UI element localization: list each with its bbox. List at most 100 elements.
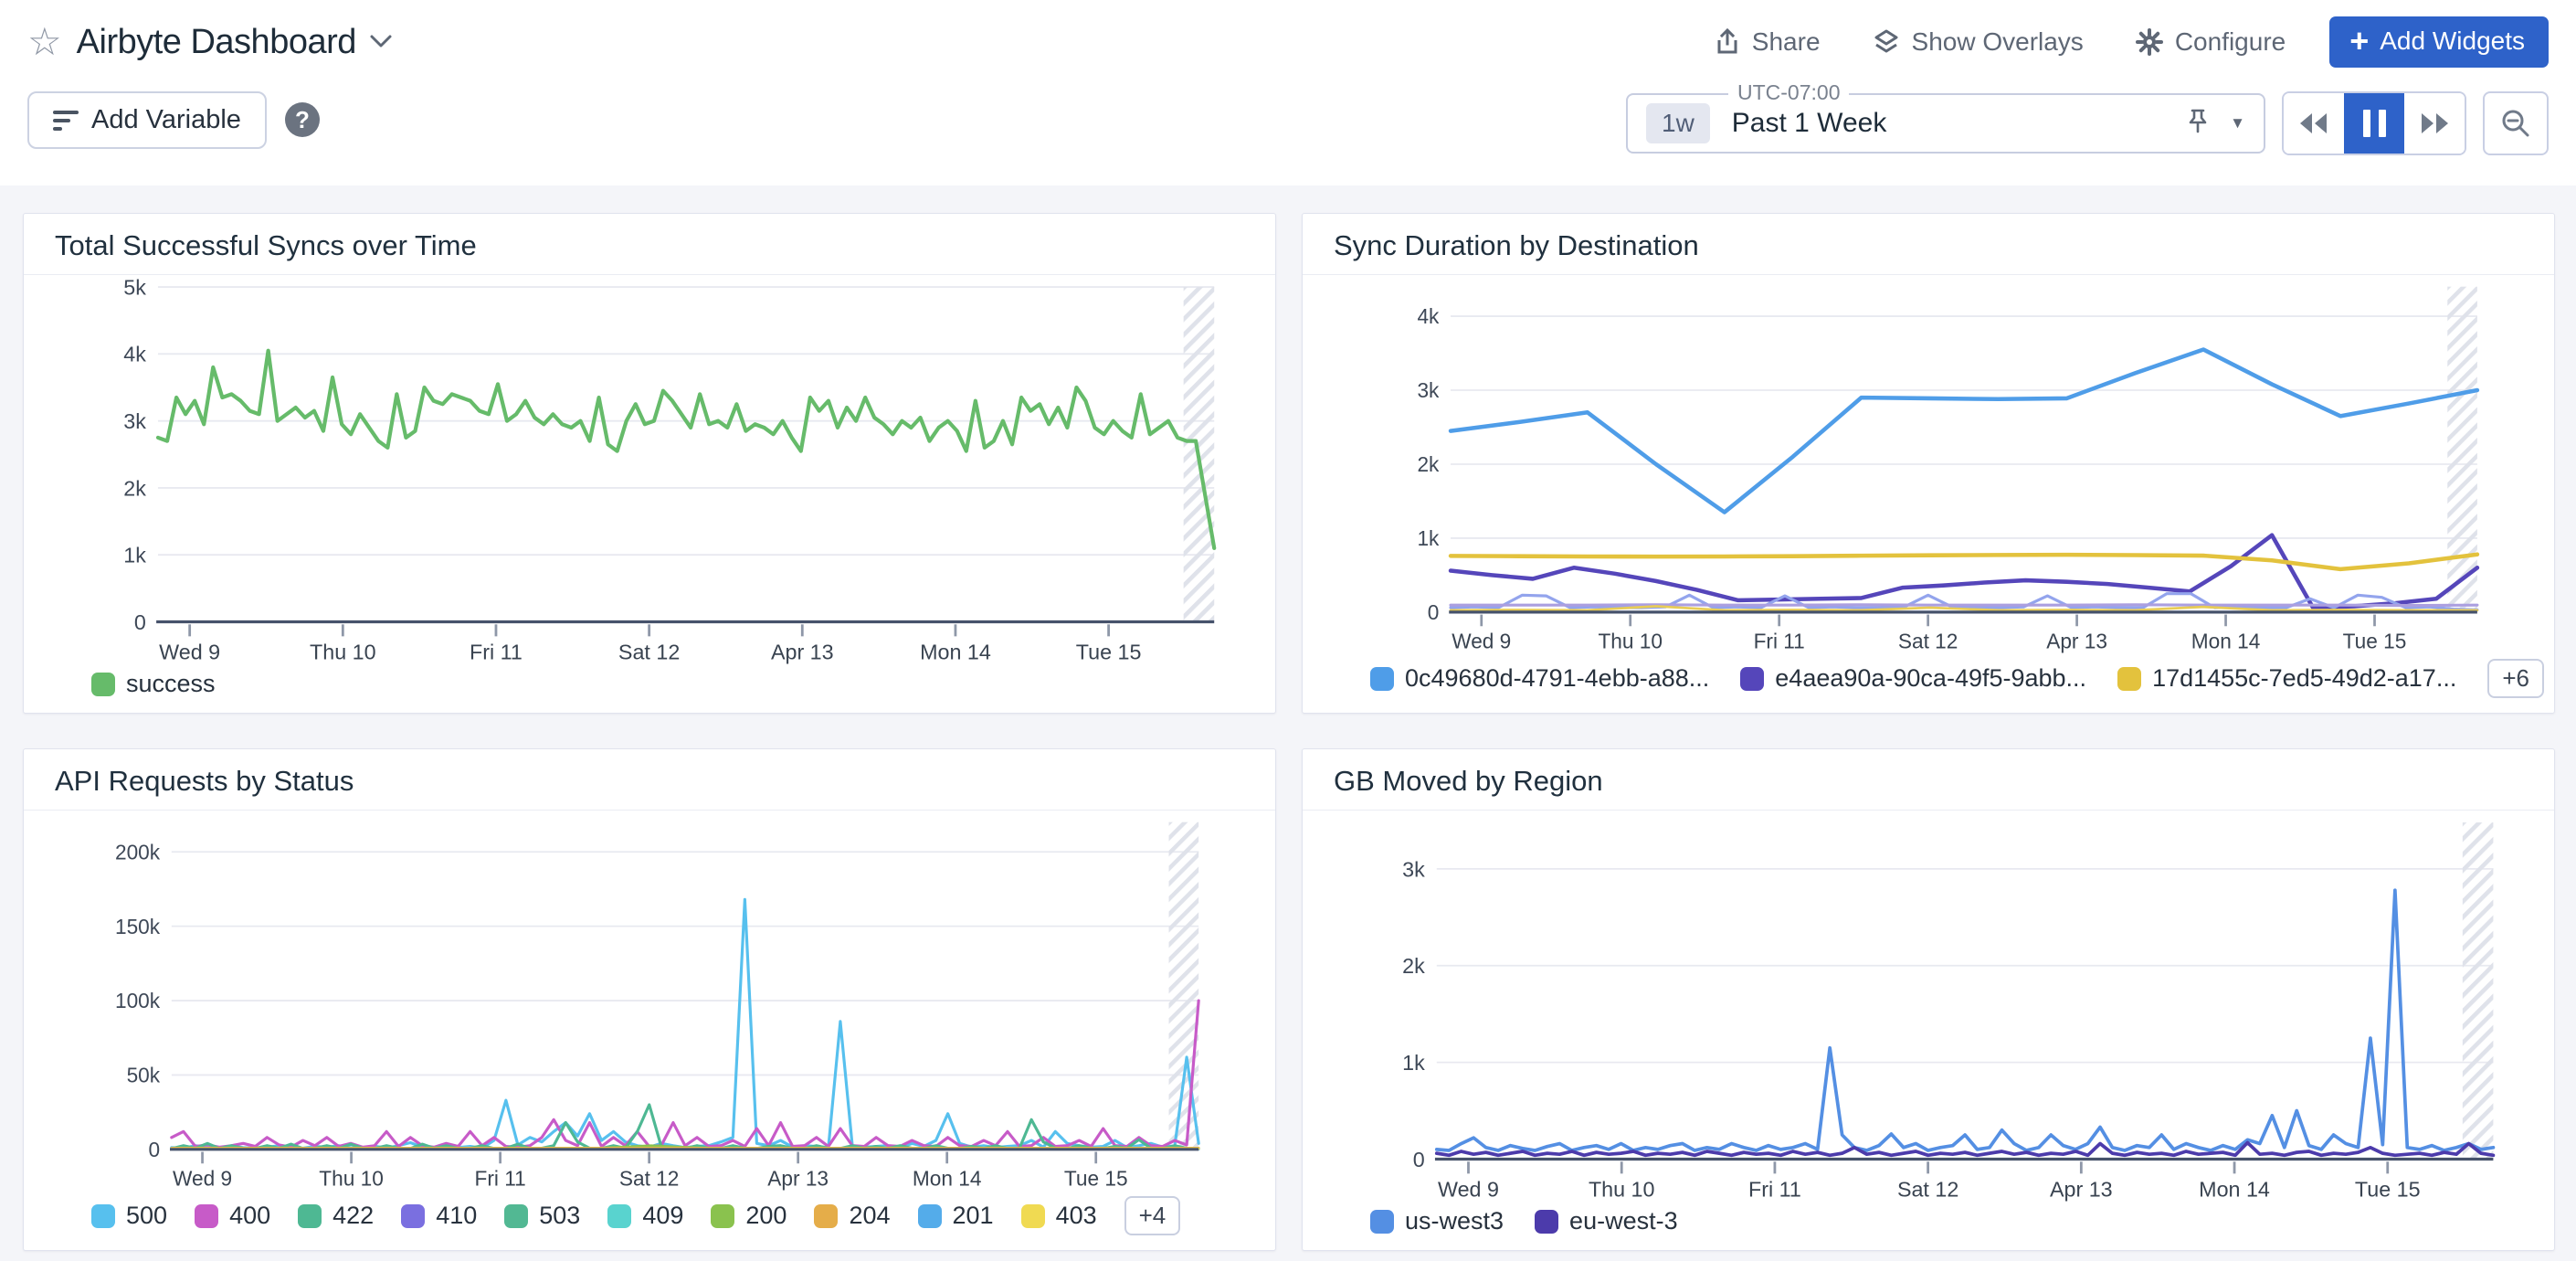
svg-text:Apr 13: Apr 13 (771, 641, 834, 664)
legend-swatch (298, 1204, 322, 1228)
legend-swatch (504, 1204, 528, 1228)
legend-label: 403 (1056, 1202, 1097, 1230)
svg-text:Fri 11: Fri 11 (1748, 1178, 1801, 1202)
legend-more-badge[interactable]: +6 (2487, 659, 2544, 698)
add-widgets-button[interactable]: + Add Widgets (2329, 16, 2549, 68)
svg-text:4k: 4k (1417, 304, 1440, 328)
fast-forward-button[interactable] (2404, 93, 2465, 154)
chart-sync-duration-by-destination[interactable]: 01k2k3k4kWed 9Thu 10Fri 11Sat 12Apr 13Mo… (1303, 275, 2554, 655)
chart-gb-moved-by-region[interactable]: 01k2k3kWed 9Thu 10Fri 11Sat 12Apr 13Mon … (1303, 811, 2554, 1203)
timeframe-value: Past 1 Week (1732, 108, 1887, 139)
legend-swatch (1535, 1210, 1558, 1234)
share-button[interactable]: Share (1714, 27, 1821, 57)
legend-item[interactable]: 201 (918, 1202, 994, 1230)
time-shift-controls (2282, 91, 2466, 155)
legend-label: e4aea90a-90ca-49f5-9abb... (1775, 664, 2086, 693)
svg-text:Apr 13: Apr 13 (767, 1167, 829, 1191)
legend-more-badge[interactable]: +4 (1124, 1196, 1181, 1235)
legend-label: 500 (126, 1202, 167, 1230)
svg-text:Wed 9: Wed 9 (159, 641, 220, 664)
legend-item[interactable]: 410 (401, 1202, 477, 1230)
svg-text:0: 0 (134, 610, 146, 634)
svg-text:Apr 13: Apr 13 (2046, 630, 2107, 653)
svg-text:0: 0 (1428, 600, 1440, 624)
svg-text:Tue 15: Tue 15 (2343, 630, 2407, 653)
svg-text:Thu 10: Thu 10 (1598, 630, 1663, 653)
legend-swatch (401, 1204, 425, 1228)
legend-item[interactable]: eu-west-3 (1535, 1207, 1678, 1235)
svg-text:3k: 3k (1417, 378, 1440, 402)
svg-text:4k: 4k (123, 343, 146, 366)
svg-text:Wed 9: Wed 9 (1452, 630, 1511, 653)
chart-api-requests-by-status[interactable]: 050k100k150k200kWed 9Thu 10Fri 11Sat 12A… (24, 811, 1275, 1192)
svg-text:0: 0 (149, 1138, 161, 1161)
pin-icon[interactable] (2186, 108, 2210, 140)
legend-swatch (195, 1204, 218, 1228)
legend-item[interactable]: 17d1455c-7ed5-49d2-a17... (2117, 664, 2456, 693)
widget-api-requests-by-status: API Requests by Status 050k100k150k200kW… (23, 748, 1276, 1251)
configure-button[interactable]: Configure (2135, 27, 2286, 57)
rewind-button[interactable] (2284, 93, 2344, 154)
widget-title: API Requests by Status (24, 749, 1275, 811)
legend-item[interactable]: e4aea90a-90ca-49f5-9abb... (1740, 664, 2086, 693)
svg-text:Sat 12: Sat 12 (1898, 630, 1958, 653)
svg-text:Mon 14: Mon 14 (2199, 1178, 2270, 1202)
chart-legend: success (24, 666, 1275, 713)
legend-item[interactable]: 200 (711, 1202, 787, 1230)
zoom-out-button[interactable] (2483, 91, 2549, 155)
svg-text:2k: 2k (1402, 954, 1425, 978)
pause-button[interactable] (2344, 93, 2404, 154)
widget-title: Total Successful Syncs over Time (24, 214, 1275, 275)
timeframe-caret-icon[interactable]: ▼ (2230, 114, 2245, 132)
legend-item[interactable]: 0c49680d-4791-4ebb-a88... (1370, 664, 1709, 693)
legend-swatch (91, 673, 115, 696)
svg-text:100k: 100k (115, 989, 161, 1012)
legend-item[interactable]: success (91, 670, 216, 698)
legend-item[interactable]: 422 (298, 1202, 374, 1230)
svg-text:1k: 1k (1417, 526, 1440, 550)
svg-text:Mon 14: Mon 14 (2191, 630, 2261, 653)
legend-label: 17d1455c-7ed5-49d2-a17... (2152, 664, 2456, 693)
title-chevron-down-icon[interactable] (369, 34, 393, 50)
svg-text:50k: 50k (127, 1064, 161, 1087)
legend-swatch (814, 1204, 838, 1228)
svg-text:2k: 2k (123, 476, 146, 500)
legend-swatch (607, 1204, 631, 1228)
help-icon[interactable]: ? (285, 102, 320, 137)
svg-text:Mon 14: Mon 14 (913, 1167, 982, 1191)
legend-label: 201 (953, 1202, 994, 1230)
svg-text:200k: 200k (115, 840, 161, 864)
chart-legend: us-west3 eu-west-3 (1303, 1203, 2554, 1250)
svg-text:Thu 10: Thu 10 (1589, 1178, 1655, 1202)
legend-swatch (918, 1204, 942, 1228)
legend-item[interactable]: 503 (504, 1202, 580, 1230)
svg-text:Apr 13: Apr 13 (2050, 1178, 2113, 1202)
legend-label: 200 (745, 1202, 787, 1230)
show-overlays-button[interactable]: Show Overlays (1872, 27, 2084, 57)
svg-text:Mon 14: Mon 14 (920, 641, 991, 664)
svg-text:Fri 11: Fri 11 (470, 641, 523, 664)
legend-item[interactable]: us-west3 (1370, 1207, 1504, 1235)
legend-swatch (2117, 667, 2141, 691)
chart-total-successful-syncs[interactable]: 01k2k3k4k5kWed 9Thu 10Fri 11Sat 12Apr 13… (24, 275, 1275, 666)
widget-gb-moved-by-region: GB Moved by Region 01k2k3kWed 9Thu 10Fri… (1302, 748, 2555, 1251)
plus-icon: + (2349, 28, 2369, 55)
legend-label: success (126, 670, 216, 698)
svg-text:5k: 5k (123, 275, 146, 299)
timeframe-picker[interactable]: UTC-07:00 1w Past 1 Week ▼ (1626, 93, 2265, 154)
legend-item[interactable]: 204 (814, 1202, 890, 1230)
legend-item[interactable]: 403 (1021, 1202, 1097, 1230)
filter-icon (53, 106, 79, 135)
svg-text:1k: 1k (1402, 1051, 1425, 1075)
legend-item[interactable]: 400 (195, 1202, 270, 1230)
chart-legend: 0c49680d-4791-4ebb-a88... e4aea90a-90ca-4… (1303, 655, 2554, 713)
legend-item[interactable]: 409 (607, 1202, 683, 1230)
svg-text:Sat 12: Sat 12 (619, 1167, 680, 1191)
svg-text:Fri 11: Fri 11 (474, 1167, 525, 1191)
favorite-star-icon[interactable]: ☆ (27, 23, 62, 61)
add-variable-button[interactable]: Add Variable (27, 91, 267, 149)
svg-text:2k: 2k (1417, 452, 1440, 476)
svg-text:Thu 10: Thu 10 (319, 1167, 384, 1191)
legend-item[interactable]: 500 (91, 1202, 167, 1230)
legend-swatch (711, 1204, 734, 1228)
